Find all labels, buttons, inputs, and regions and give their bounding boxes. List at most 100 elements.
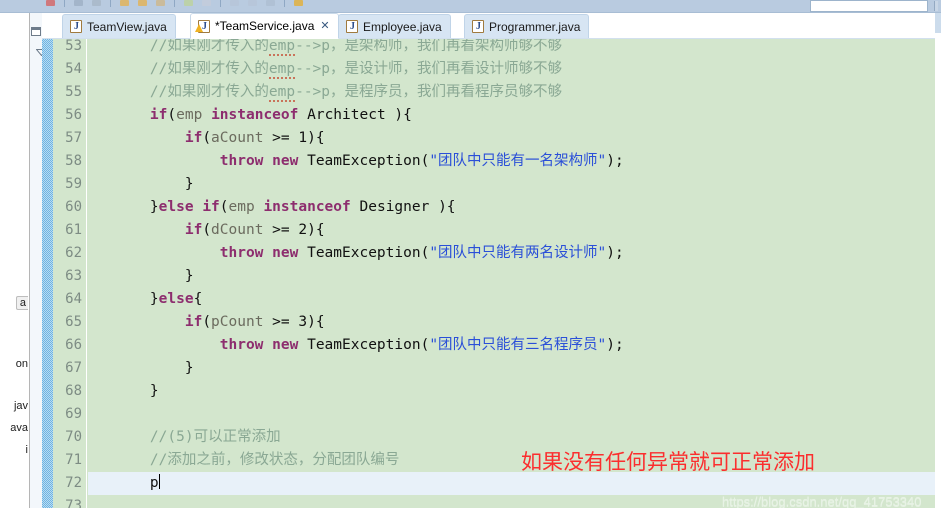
code-token: } <box>184 360 194 376</box>
code-token: new <box>272 245 299 261</box>
editor-tab-programmerjava[interactable]: J Programmer.java <box>464 14 590 38</box>
left-view-label-fragment[interactable]: i <box>26 444 28 456</box>
text-cursor <box>158 474 160 489</box>
code-token: aCount <box>211 130 264 146</box>
toolbar-drag-grip[interactable] <box>934 1 938 11</box>
code-token: TeamException( <box>307 153 430 169</box>
redo-icon[interactable] <box>138 0 147 6</box>
code-token: Architect ){ <box>307 107 412 123</box>
code-token: dCount <box>211 222 264 238</box>
run-icon[interactable] <box>184 0 193 6</box>
line-number: 60 <box>65 199 82 215</box>
code-token: else <box>158 199 194 215</box>
code-token: emp <box>268 61 296 79</box>
code-token: ( <box>202 314 212 330</box>
left-view-label-fragment[interactable]: ava <box>10 422 28 434</box>
code-token: 1 <box>298 130 308 146</box>
new-icon[interactable] <box>230 0 239 6</box>
editor-tab-label: Programmer.java <box>489 19 581 34</box>
annotation-ruler[interactable] <box>42 39 53 508</box>
code-line[interactable]: //如果刚才传入的emp-->p，是设计师，我们再看设计师够不够 <box>88 58 941 81</box>
code-token: instanceof <box>263 199 351 215</box>
editor-tab-employeejava[interactable]: J Employee.java <box>338 14 451 38</box>
code-line-text: //如果刚才传入的emp-->p，是设计师，我们再看设计师够不够 <box>115 61 562 79</box>
code-token: throw <box>219 153 264 169</box>
line-number: 58 <box>65 153 82 169</box>
save-icon[interactable] <box>74 0 83 6</box>
code-line[interactable]: //(5)可以正常添加 <box>88 426 941 449</box>
code-line[interactable]: throw new TeamException("团队中只能有两名设计师"); <box>88 242 941 265</box>
editor-tab-label: TeamView.java <box>87 19 167 34</box>
code-line-text: } <box>115 383 159 399</box>
open-icon[interactable] <box>248 0 257 6</box>
code-line-text: if(emp instanceof Architect ){ <box>115 107 412 123</box>
left-view-label-fragment[interactable]: jav <box>14 400 28 412</box>
code-line[interactable] <box>88 403 941 426</box>
code-token: -->p，是程序员，我们再看程序员够不够 <box>295 84 563 100</box>
editor-tab-teamservicejava[interactable]: J *TeamService.java ✕ <box>190 13 339 39</box>
line-number: 72 <box>65 475 82 491</box>
warning-triangle-icon <box>195 23 203 32</box>
search-icon[interactable] <box>202 0 211 6</box>
code-line[interactable]: if(emp instanceof Architect ){ <box>88 104 941 127</box>
quick-access-search-input[interactable] <box>810 0 928 12</box>
code-line[interactable]: if(aCount >= 1){ <box>88 127 941 150</box>
code-line-text: //添加之前，修改状态，分配团队编号 <box>115 452 399 468</box>
line-number: 67 <box>65 360 82 376</box>
code-line[interactable]: throw new TeamException("团队中只能有一名架构师"); <box>88 150 941 173</box>
code-line[interactable]: //如果刚才传入的emp-->p，是程序员，我们再看程序员够不够 <box>88 81 941 104</box>
code-text-area[interactable]: //如果刚才传入的emp-->p，是架构师，我们再看架构师够不够 //如果刚才传… <box>88 39 941 508</box>
code-token: if <box>184 222 203 238</box>
debug-icon[interactable] <box>156 0 165 6</box>
code-line[interactable]: }else if(emp instanceof Designer ){ <box>88 196 941 219</box>
code-line-text: //如果刚才传入的emp-->p，是程序员，我们再看程序员够不够 <box>115 84 563 102</box>
code-token: "团队中只能有三名程序员" <box>429 337 607 353</box>
code-line-text: throw new TeamException("团队中只能有两名设计师"); <box>115 245 624 261</box>
code-token: >= <box>263 130 299 146</box>
code-line[interactable]: throw new TeamException("团队中只能有三名程序员"); <box>88 334 941 357</box>
code-token: ( <box>202 130 212 146</box>
code-token: TeamException( <box>307 245 430 261</box>
marker-icon[interactable] <box>294 0 303 6</box>
code-line-text: p <box>115 474 160 491</box>
code-line[interactable]: }else{ <box>88 288 941 311</box>
stop-icon[interactable] <box>46 0 55 6</box>
line-number: 56 <box>65 107 82 123</box>
code-token: ( <box>219 199 229 215</box>
code-line[interactable]: p <box>88 472 941 495</box>
code-token: "团队中只能有两名设计师" <box>429 245 607 261</box>
left-view-label-fragment[interactable]: on <box>16 358 28 370</box>
code-line[interactable]: } <box>88 173 941 196</box>
build-icon[interactable] <box>266 0 275 6</box>
code-token: //添加之前，修改状态，分配团队编号 <box>149 452 400 468</box>
java-file-icon: J <box>472 20 484 33</box>
code-line[interactable]: if(pCount >= 3){ <box>88 311 941 334</box>
code-token: } <box>149 291 159 307</box>
undo-icon[interactable] <box>120 0 129 6</box>
code-token: new <box>272 153 299 169</box>
line-number: 70 <box>65 429 82 445</box>
eclipse-editor-window: a on jav ava i J TeamView.java J *TeamService.j… <box>0 0 941 508</box>
java-file-icon: J <box>346 20 358 33</box>
line-number: 57 <box>65 130 82 146</box>
print-icon[interactable] <box>92 0 101 6</box>
code-token: ){ <box>307 130 325 146</box>
code-token: } <box>184 176 194 192</box>
close-icon[interactable]: ✕ <box>320 20 329 32</box>
line-number: 71 <box>65 452 82 468</box>
code-line[interactable]: } <box>88 380 941 403</box>
code-line[interactable]: //如果刚才传入的emp-->p，是架构师，我们再看架构师够不够 <box>88 39 941 58</box>
code-token: ( <box>167 107 177 123</box>
line-number: 68 <box>65 383 82 399</box>
left-view-label-fragment[interactable]: a <box>15 296 28 310</box>
code-line[interactable]: } <box>88 357 941 380</box>
code-line[interactable]: if(dCount >= 2){ <box>88 219 941 242</box>
code-line[interactable]: } <box>88 265 941 288</box>
code-token: if <box>149 107 168 123</box>
